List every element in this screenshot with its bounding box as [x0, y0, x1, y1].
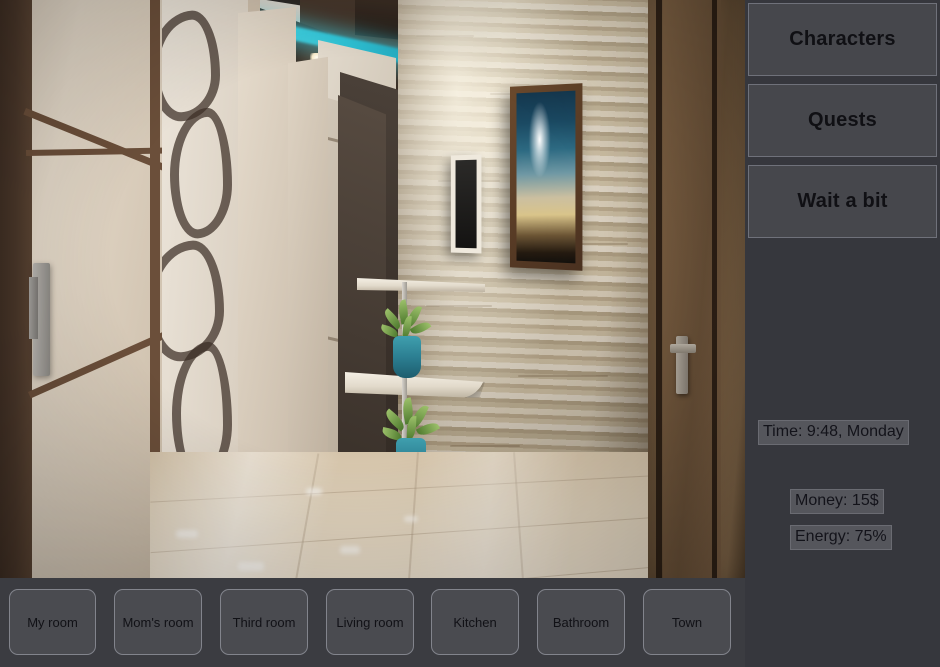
nav-living-room[interactable]: Living room [326, 589, 414, 655]
plant-upper[interactable] [379, 299, 432, 378]
time-stat: Time: 9:48, Monday [758, 420, 909, 445]
energy-stat: Energy: 75% [790, 525, 892, 550]
game-window: Characters Quests Wait a bit Time: 9:48,… [0, 0, 940, 667]
nav-third-room[interactable]: Third room [220, 589, 308, 655]
floor-reflection [150, 452, 670, 578]
small-framed-picture[interactable] [450, 154, 482, 254]
nav-bathroom[interactable]: Bathroom [537, 589, 625, 655]
scene-viewport[interactable] [0, 0, 745, 578]
characters-button[interactable]: Characters [748, 3, 937, 76]
wait-a-bit-button[interactable]: Wait a bit [748, 165, 937, 238]
framed-painting[interactable] [509, 83, 583, 271]
nav-town[interactable]: Town [643, 589, 731, 655]
right-sidebar: Characters Quests Wait a bit Time: 9:48,… [745, 0, 940, 667]
nav-moms-room[interactable]: Mom's room [114, 589, 202, 655]
money-stat: Money: 15$ [790, 489, 884, 514]
door-groove [712, 0, 717, 578]
door-groove [656, 0, 662, 578]
wardrobe-handle-inner [29, 277, 38, 339]
door-lever[interactable] [670, 344, 696, 353]
nav-my-room[interactable]: My room [9, 589, 96, 655]
bottom-nav-bar: My room Mom's room Third room Living roo… [0, 578, 745, 667]
wall-edge-dark-left [0, 0, 32, 578]
nav-kitchen[interactable]: Kitchen [431, 589, 519, 655]
quests-button[interactable]: Quests [748, 84, 937, 157]
